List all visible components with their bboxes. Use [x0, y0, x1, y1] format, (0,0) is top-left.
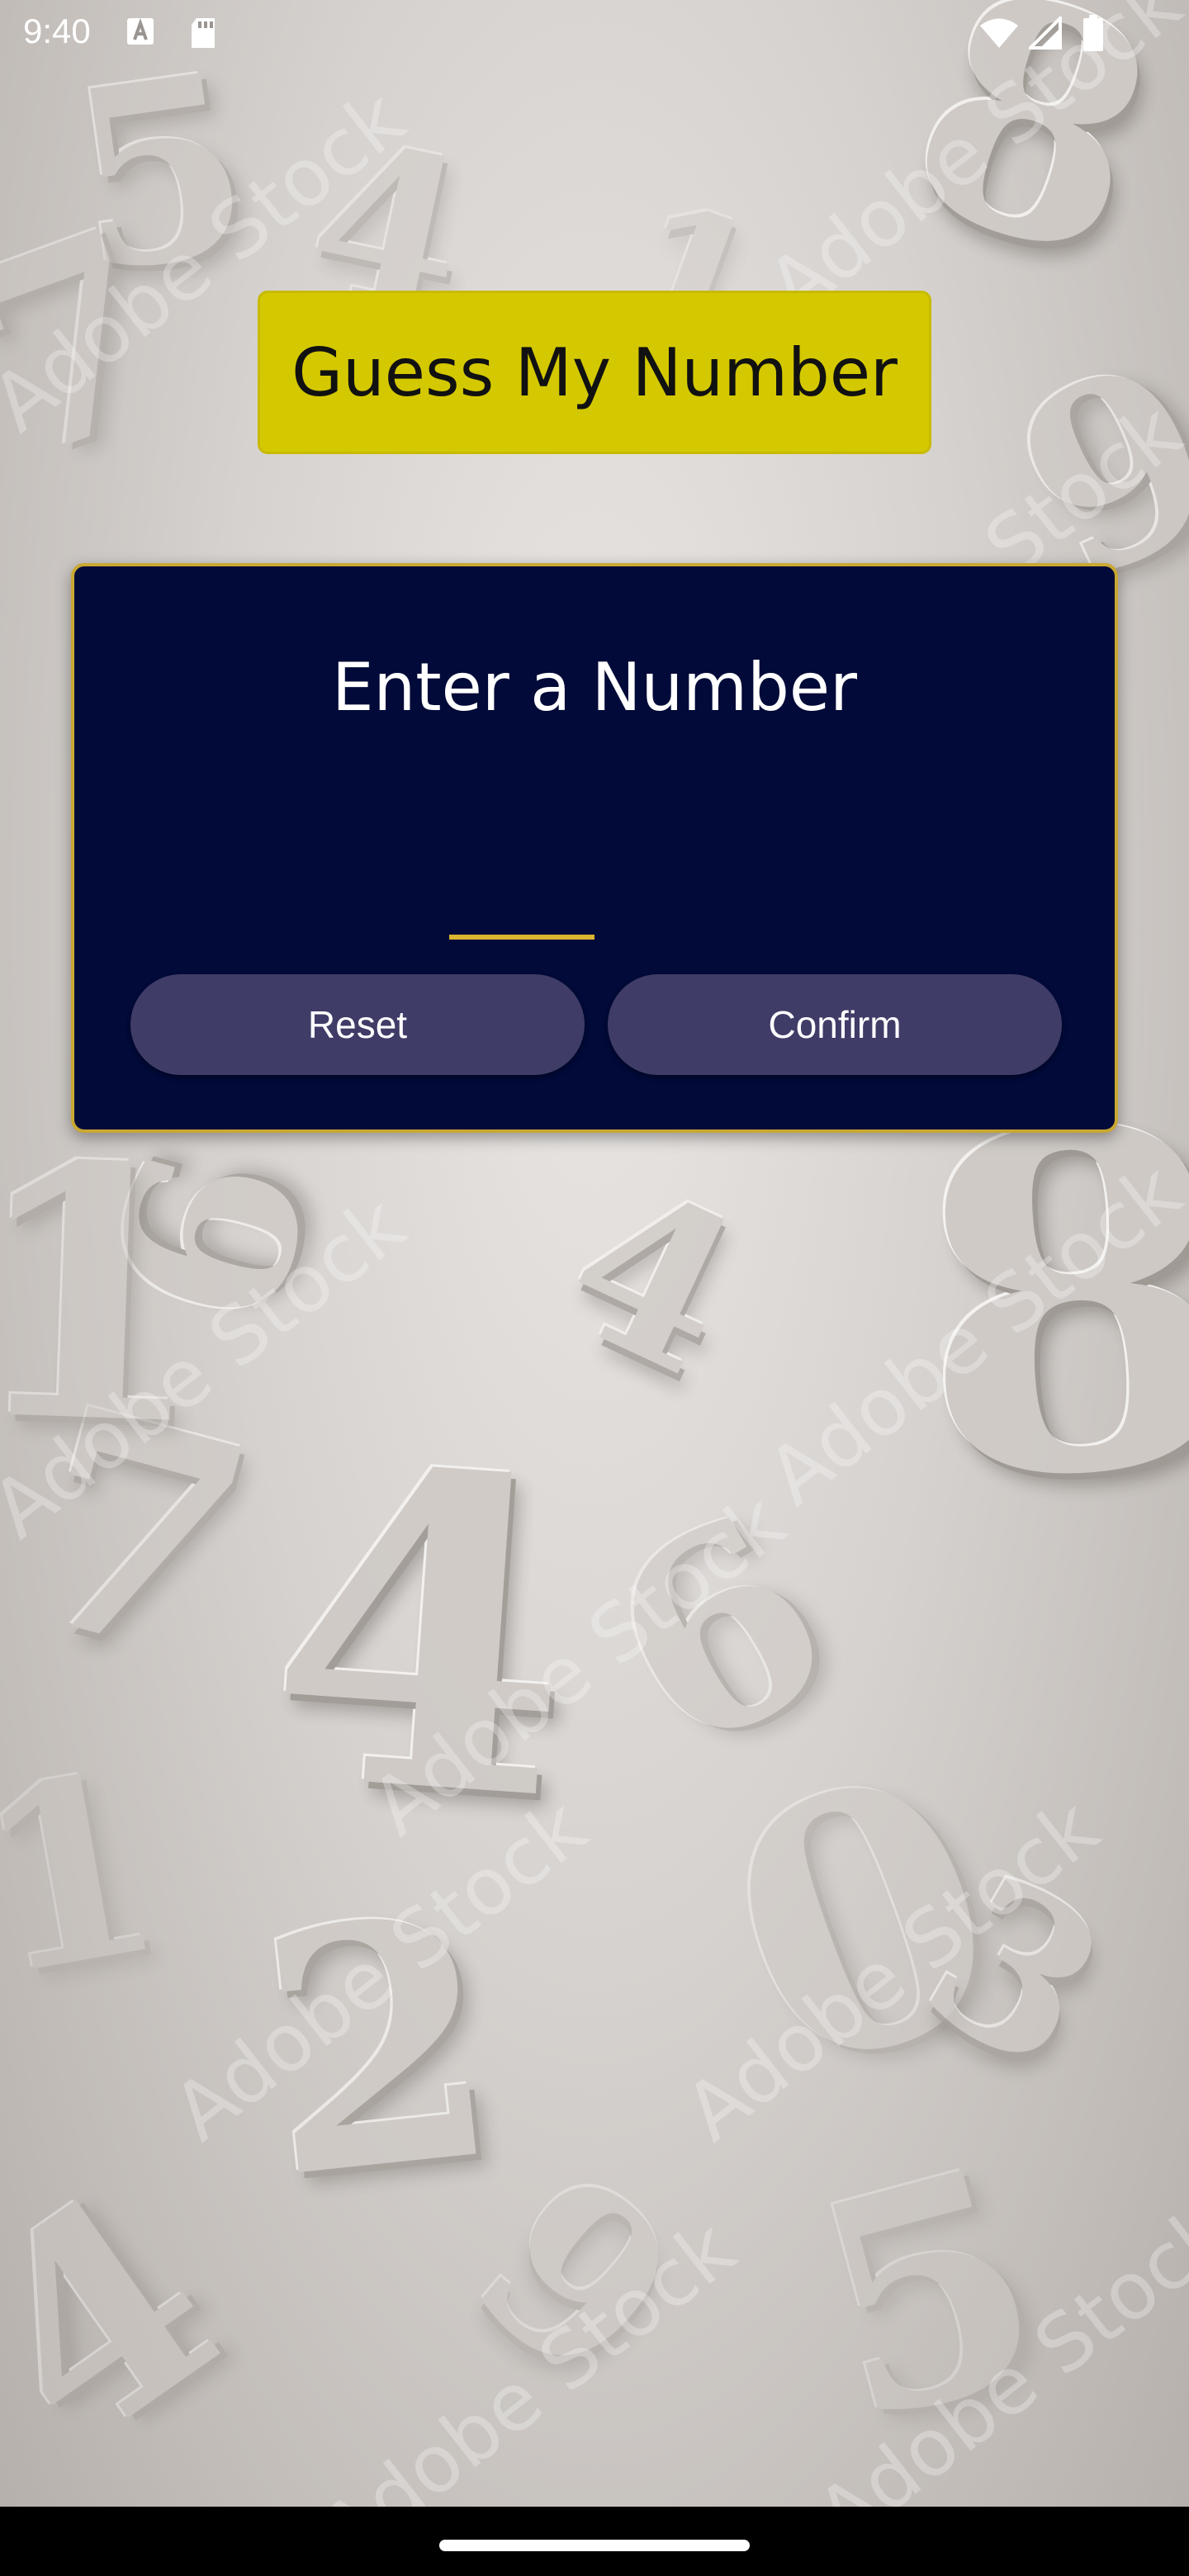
reset-button[interactable]: Reset [130, 974, 585, 1075]
a-notification-icon [126, 17, 155, 50]
status-time: 9:40 [23, 12, 91, 50]
sd-card-icon [188, 17, 218, 54]
confirm-button-label: Confirm [768, 1003, 902, 1046]
cell-signal-icon [1026, 14, 1062, 54]
background-digit: 4 [532, 1134, 775, 1425]
app-title: Guess My Number [291, 334, 898, 411]
background-digit: 1 [0, 1715, 180, 2033]
reset-button-label: Reset [307, 1003, 408, 1046]
app-screen: 5 8 7 4 1 9 6 4 8 7 1 4 6 2 0 3 4 1 9 5 … [0, 0, 1189, 2576]
navigation-bar [0, 2507, 1189, 2576]
home-gesture-handle[interactable] [439, 2540, 750, 2551]
confirm-button[interactable]: Confirm [608, 974, 1062, 1075]
wifi-icon [979, 18, 1019, 54]
battery-icon [1083, 15, 1103, 55]
background-digit: 4 [0, 2129, 272, 2510]
status-bar: 9:40 [0, 0, 1189, 69]
card-heading: Enter a Number [332, 649, 857, 726]
number-input[interactable] [449, 849, 594, 940]
title-banner: Guess My Number [258, 291, 931, 454]
